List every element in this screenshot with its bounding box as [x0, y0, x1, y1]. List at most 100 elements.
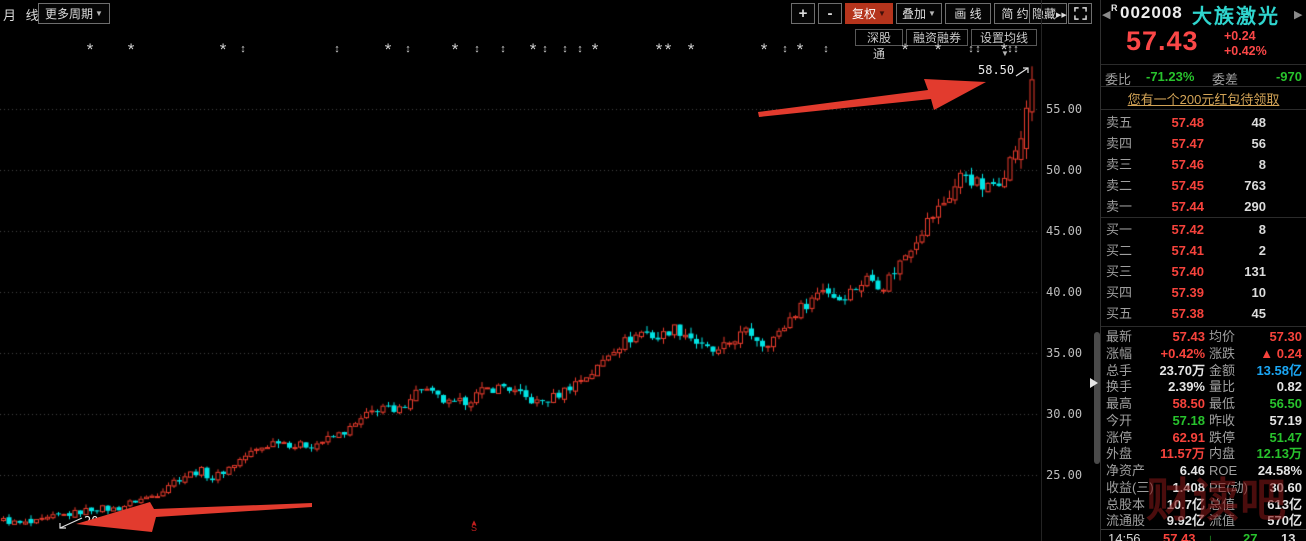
next-stock-arrow-icon[interactable]: ▶: [1294, 8, 1302, 21]
event-dividend-icon[interactable]: *: [84, 40, 96, 60]
stat-label: 涨停: [1106, 429, 1132, 446]
stat-value: +0.42%: [1161, 345, 1205, 362]
event-dividend-icon[interactable]: *: [794, 40, 806, 60]
axis-divider: [1041, 0, 1042, 541]
event-announcement-icon[interactable]: ↕: [471, 43, 483, 55]
bid-row-5[interactable]: 买五57.3845: [1104, 303, 1304, 324]
stock-code: 002008: [1120, 3, 1183, 23]
ask-row-1[interactable]: 卖一57.44290: [1104, 196, 1304, 217]
stat-label: 内盘: [1209, 445, 1235, 462]
axis-tick: 35.00: [1046, 346, 1082, 360]
event-dividend-icon[interactable]: *: [125, 40, 137, 60]
ask-volume: 8: [1259, 154, 1266, 175]
stat-value: 51.47: [1269, 429, 1302, 446]
stat-label: 昨收: [1209, 412, 1235, 429]
stat-value: 62.91: [1172, 429, 1205, 446]
event-announcement-icon[interactable]: ↕: [497, 43, 509, 55]
stat-value: 57.19: [1269, 412, 1302, 429]
event-dividend-icon[interactable]: *: [662, 40, 674, 60]
stat-label: 涨跌: [1209, 345, 1235, 362]
low-price-label: 20.80: [84, 514, 120, 528]
event-dividend-icon[interactable]: *: [449, 40, 461, 60]
event-announcement-icon[interactable]: ↕: [402, 43, 414, 55]
chevron-down-icon: ▼: [928, 4, 936, 24]
ask-row-3[interactable]: 卖三57.468: [1104, 154, 1304, 175]
stat-value: 58.50: [1172, 395, 1205, 412]
stat-label: 净资产: [1106, 462, 1145, 479]
tick-count: 13: [1281, 531, 1295, 541]
stat-row: 净资产6.46ROE24.58%: [1104, 462, 1304, 479]
stat-row: 总手23.70万金额13.58亿: [1104, 362, 1304, 379]
bid-price: 57.41: [1171, 240, 1204, 261]
bid-row-2[interactable]: 买二57.412: [1104, 240, 1304, 261]
event-announcement-icon[interactable]: ↕: [820, 43, 832, 55]
period-tab-month-line[interactable]: 月 线: [3, 5, 42, 24]
chevron-down-icon: ▼: [878, 4, 886, 24]
event-dividend-icon[interactable]: *: [589, 40, 601, 60]
event-announcement-icon[interactable]: ↕: [1010, 43, 1022, 55]
stat-row: 最高58.50最低56.50: [1104, 395, 1304, 412]
tick-volume: 27: [1243, 531, 1257, 541]
ask-price: 57.45: [1171, 175, 1204, 196]
event-dividend-icon[interactable]: *: [217, 40, 229, 60]
ask-price: 57.46: [1171, 154, 1204, 175]
overlay-button[interactable]: 叠加▼: [896, 3, 942, 24]
event-dividend-icon[interactable]: *: [382, 40, 394, 60]
zoom-out-button[interactable]: -: [818, 3, 842, 24]
high-price-label: 58.50: [978, 63, 1014, 77]
event-dividend-icon[interactable]: *: [932, 40, 944, 60]
stat-label: 金额: [1209, 362, 1235, 379]
event-announcement-icon[interactable]: ↕: [574, 43, 586, 55]
event-announcement-icon[interactable]: ↕: [779, 43, 791, 55]
stat-value: 12.13万: [1256, 445, 1302, 462]
stat-label: PE(动): [1209, 479, 1248, 496]
event-dividend-icon[interactable]: *: [685, 40, 697, 60]
adjust-price-button[interactable]: 复权▼: [845, 3, 893, 24]
stat-row: 涨停62.91跌停51.47: [1104, 429, 1304, 446]
event-dividend-icon[interactable]: *: [758, 40, 770, 60]
ask-price: 57.44: [1171, 196, 1204, 217]
bid-label: 买二: [1106, 240, 1132, 261]
stat-label: 换手: [1106, 378, 1132, 395]
bid-row-1[interactable]: 买一57.428: [1104, 219, 1304, 240]
candlestick-chart[interactable]: [0, 0, 1042, 541]
bid-price: 57.38: [1171, 303, 1204, 324]
stat-label: 流值: [1209, 512, 1235, 529]
tick-price: 57.43: [1163, 531, 1196, 541]
bid-row-4[interactable]: 买四57.3910: [1104, 282, 1304, 303]
stat-label: 最低: [1209, 395, 1235, 412]
bid-row-3[interactable]: 买三57.40131: [1104, 261, 1304, 282]
stat-value: 57.30: [1269, 328, 1302, 345]
price-change-pct: +0.42%: [1224, 44, 1267, 58]
event-announcement-icon[interactable]: ↕: [539, 43, 551, 55]
bid-volume: 45: [1252, 303, 1266, 324]
ask-row-5[interactable]: 卖五57.4848: [1104, 112, 1304, 133]
more-periods-button[interactable]: 更多周期▼: [38, 3, 110, 24]
draw-line-button[interactable]: 画 线: [945, 3, 991, 24]
shenzhen-connect-button[interactable]: 深股通: [855, 29, 903, 46]
event-announcement-icon[interactable]: ↕: [559, 43, 571, 55]
ask-row-2[interactable]: 卖二57.45763: [1104, 175, 1304, 196]
tick-row[interactable]: 14:56 57.43 ↓ 27 13: [1101, 530, 1306, 541]
event-announcement-icon[interactable]: ↕: [972, 43, 984, 55]
panel-collapse-handle-icon[interactable]: [1090, 378, 1098, 388]
ask-row-4[interactable]: 卖四57.4756: [1104, 133, 1304, 154]
divider: [1101, 64, 1306, 65]
event-announcement-icon[interactable]: ↕: [331, 43, 343, 55]
price-change: +0.24: [1224, 29, 1256, 43]
stat-label: ROE: [1209, 462, 1237, 479]
divider-bid-ask: [1101, 217, 1306, 218]
event-announcement-icon[interactable]: ↕: [237, 43, 249, 55]
ask-label: 卖四: [1106, 133, 1132, 154]
bid-price: 57.42: [1171, 219, 1204, 240]
stat-label: 量比: [1209, 378, 1235, 395]
prev-stock-arrow-icon[interactable]: ◀: [1102, 8, 1110, 21]
tick-direction-icon: ↓: [1207, 531, 1214, 541]
event-dividend-icon[interactable]: *: [899, 40, 911, 60]
stat-label: 今开: [1106, 412, 1132, 429]
event-dividend-icon[interactable]: *: [527, 40, 539, 60]
stat-label: 涨幅: [1106, 345, 1132, 362]
red-packet-link[interactable]: 您有一个200元红包待领取: [1101, 89, 1306, 108]
zoom-in-button[interactable]: +: [791, 3, 815, 24]
price-axis: 55.0050.0045.0040.0035.0030.0025.00: [1046, 0, 1100, 541]
